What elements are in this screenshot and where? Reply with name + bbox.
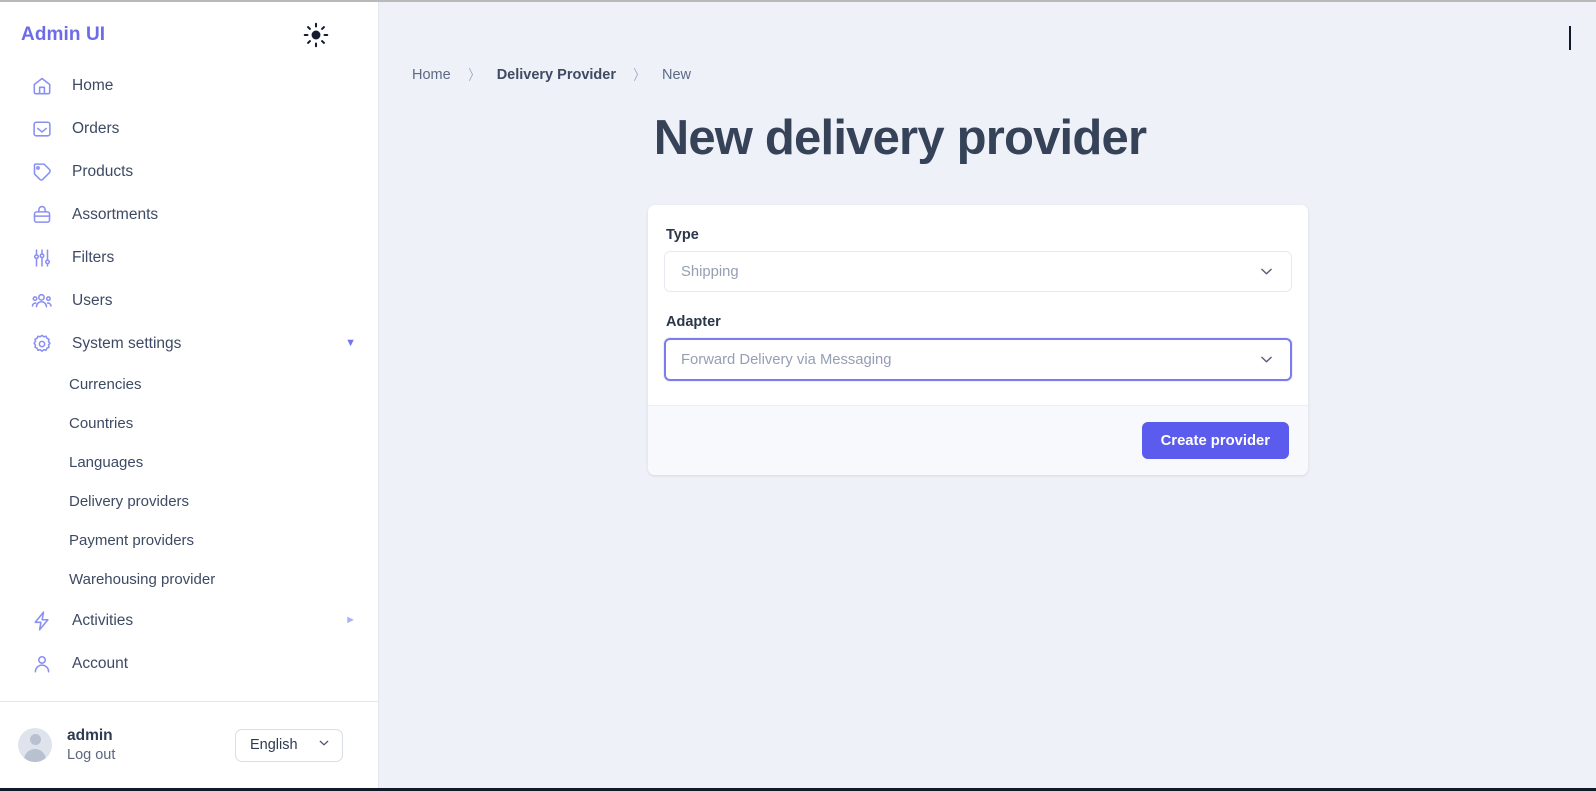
sliders-icon — [30, 246, 54, 270]
sidebar-item-users[interactable]: Users — [0, 279, 378, 322]
sidebar-item-label: Products — [72, 162, 134, 180]
sidebar-subitem-currencies[interactable]: Currencies — [0, 365, 378, 404]
type-select-value: Shipping — [681, 263, 739, 280]
sidebar-item-label: Account — [72, 654, 129, 672]
sidebar: Admin UI Home Orders Products Assortment… — [0, 2, 379, 788]
chevron-down-icon — [1258, 263, 1275, 280]
field-label-adapter: Adapter — [666, 314, 721, 331]
gear-icon — [30, 332, 54, 356]
sidebar-subitem-label: Countries — [69, 415, 134, 432]
adapter-select[interactable]: Forward Delivery via Messaging — [664, 338, 1292, 382]
sidebar-subitem-label: Currencies — [69, 376, 142, 393]
sidebar-header: Admin UI — [0, 2, 378, 64]
adapter-select-value: Forward Delivery via Messaging — [681, 351, 892, 368]
sidebar-item-label: Assortments — [72, 205, 159, 223]
avatar — [18, 728, 52, 762]
form-footer: Create provider — [648, 405, 1308, 476]
users-icon — [30, 289, 54, 313]
sidebar-item-system-settings[interactable]: System settings ▼ — [0, 322, 378, 365]
person-icon — [30, 652, 54, 676]
new-delivery-provider-form-card: Type Shipping Adapter Forward Delivery v… — [648, 205, 1308, 476]
sidebar-item-label: Filters — [72, 248, 115, 266]
sidebar-item-label: System settings — [72, 334, 182, 352]
app-brand[interactable]: Admin UI — [21, 24, 105, 46]
language-select[interactable]: English — [235, 728, 343, 762]
bolt-icon — [30, 609, 54, 633]
sidebar-item-label: Activities — [72, 611, 134, 629]
sidebar-subitem-countries[interactable]: Countries — [0, 404, 378, 443]
sidebar-subitem-label: Delivery providers — [69, 493, 190, 510]
field-type: Type Shipping — [664, 227, 1292, 293]
breadcrumb-separator-icon: 〉 — [468, 67, 480, 83]
main-content: Home 〉 Delivery Provider 〉 New New deliv… — [379, 2, 1596, 788]
sidebar-item-account[interactable]: Account — [0, 642, 378, 685]
form-body: Type Shipping Adapter Forward Delivery v… — [648, 205, 1308, 405]
breadcrumb-item-home[interactable]: Home — [412, 67, 451, 83]
breadcrumb-item-delivery-provider[interactable]: Delivery Provider — [497, 67, 616, 83]
field-adapter: Adapter Forward Delivery via Messaging — [664, 314, 1292, 382]
sidebar-nav: Home Orders Products Assortments Filters… — [0, 64, 378, 691]
sidebar-subitem-label: Languages — [69, 454, 144, 471]
breadcrumb-item-new: New — [661, 67, 691, 83]
sidebar-subitem-label: Warehousing provider — [69, 571, 216, 588]
app-root: Admin UI Home Orders Products Assortment… — [0, 2, 1596, 788]
tag-icon — [30, 160, 54, 184]
sidebar-item-orders[interactable]: Orders — [0, 107, 378, 150]
sidebar-item-assortments[interactable]: Assortments — [0, 193, 378, 236]
basket-icon — [30, 203, 54, 227]
inbox-icon — [30, 117, 54, 141]
chevron-down-icon — [317, 736, 331, 755]
chevron-down-icon — [1258, 351, 1275, 368]
sun-icon[interactable] — [301, 20, 331, 50]
sidebar-subitem-warehousing-provider[interactable]: Warehousing provider — [0, 560, 378, 599]
log-out-link[interactable]: Log out — [67, 746, 115, 764]
sidebar-item-label: Orders — [72, 119, 120, 137]
user-meta: admin Log out — [67, 726, 115, 764]
sidebar-item-activities[interactable]: Activities ► — [0, 599, 378, 642]
sidebar-scroll-area: Admin UI Home Orders Products Assortment… — [0, 2, 378, 702]
sidebar-user-bar: admin Log out English — [0, 702, 378, 788]
text-cursor-caret — [1569, 26, 1571, 50]
sidebar-subitem-delivery-providers[interactable]: Delivery providers — [0, 482, 378, 521]
sidebar-subitem-label: Payment providers — [69, 532, 195, 549]
field-spacer — [664, 296, 1292, 314]
user-name: admin — [67, 727, 113, 745]
sidebar-item-label: Home — [72, 76, 114, 94]
chevron-right-icon[interactable]: ► — [345, 615, 356, 626]
field-label-type: Type — [666, 227, 699, 244]
home-icon — [30, 74, 54, 98]
type-select[interactable]: Shipping — [664, 251, 1292, 293]
create-provider-button[interactable]: Create provider — [1141, 422, 1289, 460]
chevron-down-icon[interactable]: ▼ — [345, 338, 356, 349]
sidebar-subitem-languages[interactable]: Languages — [0, 443, 378, 482]
page-title: New delivery provider — [653, 111, 1147, 165]
sidebar-item-products[interactable]: Products — [0, 150, 378, 193]
language-select-value: English — [250, 737, 298, 753]
sidebar-item-label: Users — [72, 291, 113, 309]
sidebar-item-home[interactable]: Home — [0, 64, 378, 107]
breadcrumb-separator-icon: 〉 — [633, 67, 645, 83]
sidebar-item-filters[interactable]: Filters — [0, 236, 378, 279]
sidebar-subitem-payment-providers[interactable]: Payment providers — [0, 521, 378, 560]
breadcrumb: Home 〉 Delivery Provider 〉 New — [379, 2, 1596, 85]
